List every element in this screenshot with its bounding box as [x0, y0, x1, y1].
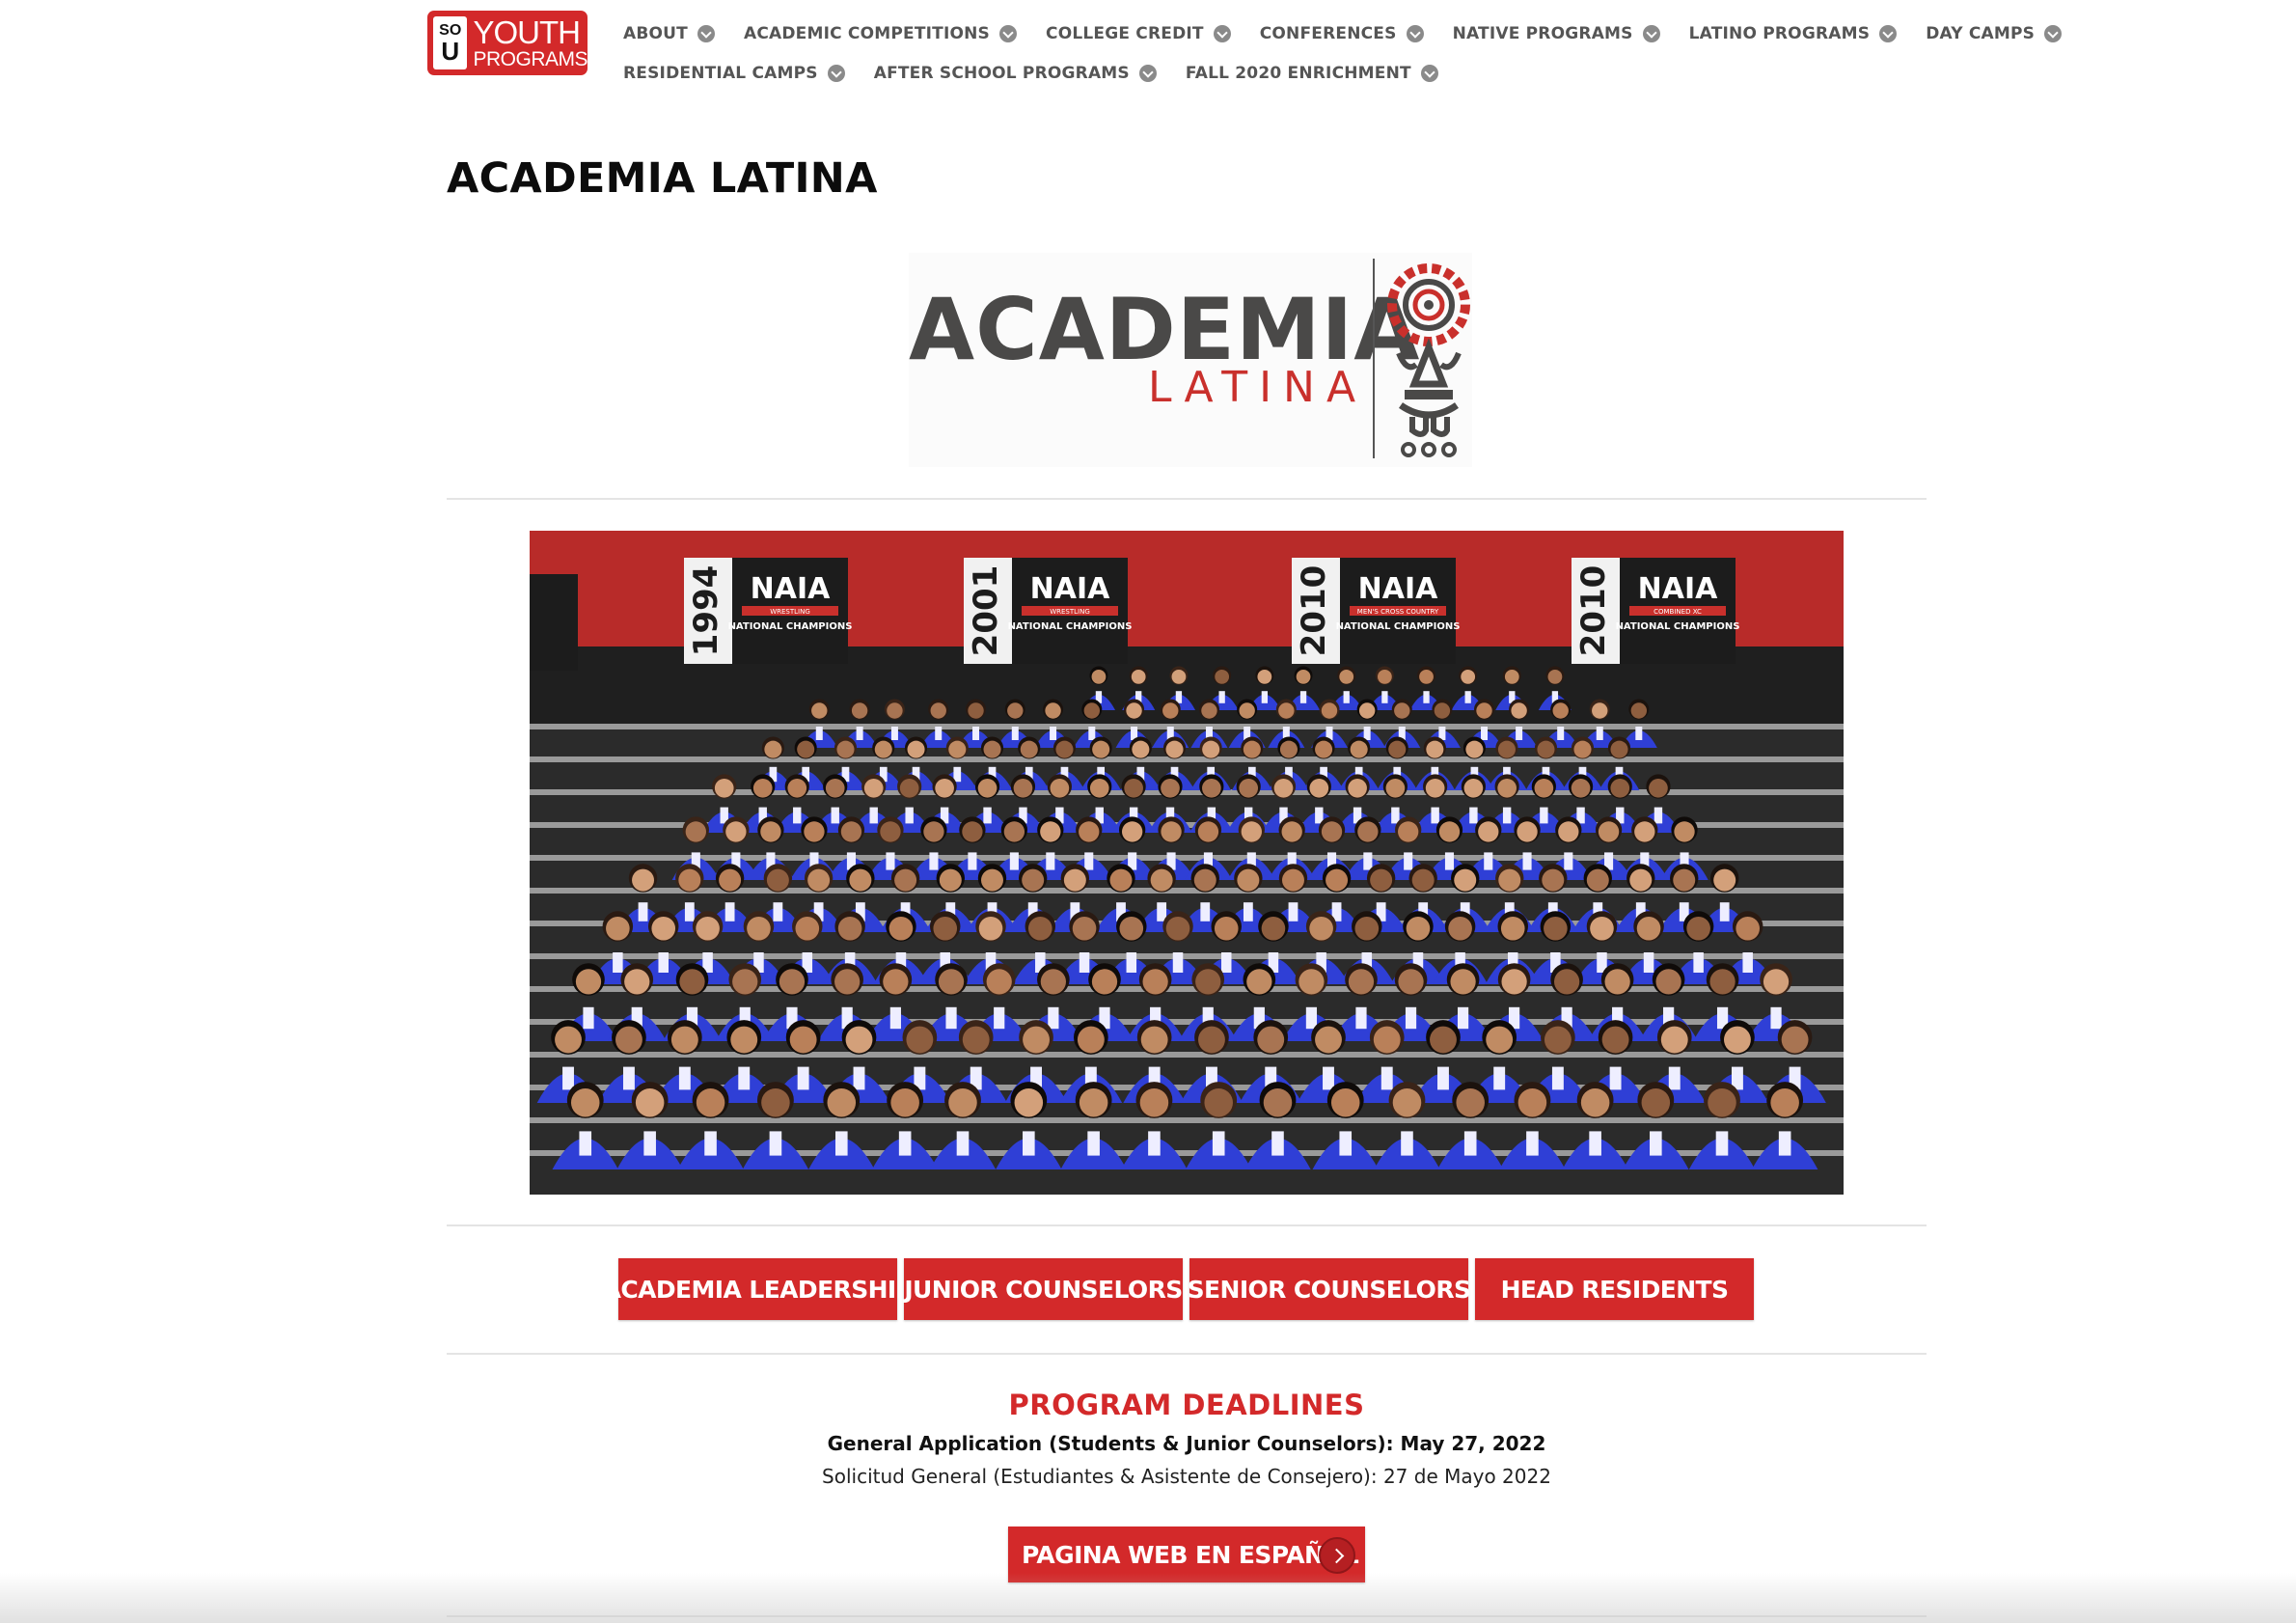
banner-sport: MEN'S CROSS COUNTRY: [1357, 608, 1439, 616]
chevron-down-icon: [1213, 24, 1231, 42]
main-nav: ABOUT ACADEMIC COMPETITIONS COLLEGE CRED…: [623, 14, 2063, 93]
championship-banner: 2010 NAIA COMBINED XC NATIONAL CHAMPIONS: [1572, 558, 1739, 664]
group-photo-illustration: 1994 NAIAWRESTLINGNATIONAL CHAMPIONS 2001 N…: [530, 531, 1844, 1195]
banner-title: NAIA: [1030, 572, 1110, 606]
banner-caption: NATIONAL CHAMPIONS: [728, 621, 853, 632]
chevron-down-icon: [697, 24, 715, 42]
banner-sport: WRESTLING: [1050, 608, 1090, 616]
nav-label: RESIDENTIAL CAMPS: [623, 63, 818, 83]
logo-word-latina: LATINA: [1148, 363, 1368, 412]
chevron-down-icon: [1406, 24, 1424, 42]
banner-caption: NATIONAL CHAMPIONS: [1008, 621, 1133, 632]
banner-title: NAIA: [1638, 572, 1718, 606]
deadlines-heading: PROGRAM DEADLINES: [1008, 1389, 1365, 1421]
divider: [447, 1224, 1927, 1226]
chevron-down-icon: [1138, 64, 1157, 82]
sou-mark-icon: SO U: [433, 16, 468, 69]
logo-line-2: PROGRAMS: [473, 48, 588, 70]
nav-label: CONFERENCES: [1259, 23, 1397, 43]
arrow-right-icon: [1319, 1537, 1355, 1574]
chevron-down-icon: [999, 24, 1018, 42]
nav-label: ACADEMIC COMPETITIONS: [743, 23, 991, 43]
chevron-down-icon: [1420, 64, 1438, 82]
youth-programs-logo[interactable]: SO U YOUTH PROGRAMS: [427, 11, 588, 75]
nav-row-2: RESIDENTIAL CAMPS AFTER SCHOOL PROGRAMS …: [623, 53, 1916, 93]
banner-caption: NATIONAL CHAMPIONS: [1616, 621, 1740, 632]
scroll-shadow: [0, 1573, 2296, 1623]
page-title: ACADEMIA LATINA: [447, 154, 878, 203]
logo-line-1: YOUTH: [473, 14, 580, 50]
banner-sport: WRESTLING: [770, 608, 810, 616]
logo-divider: [1373, 259, 1375, 458]
chevron-down-icon: [2044, 24, 2063, 42]
aztec-glyph-icon: [1387, 263, 1470, 457]
spanish-site-button-label: PAGINA WEB EN ESPAÑOL: [1022, 1540, 1359, 1569]
senior-counselors-button[interactable]: SENIOR COUNSELORS: [1188, 1258, 1471, 1320]
banner-caption: NATIONAL CHAMPIONS: [1336, 621, 1461, 632]
nav-item-native-programs[interactable]: NATIVE PROGRAMS: [1453, 24, 1660, 43]
banner-year: 2010: [1574, 565, 1613, 657]
group-photo: 1994 NAIA WRESTLING NATIONAL CHAMPIONS 2001 N…: [530, 531, 1844, 1195]
nav-row-1: ABOUT ACADEMIC COMPETITIONS COLLEGE CRED…: [623, 14, 2063, 53]
banner-year: 2010: [1295, 565, 1333, 657]
nav-label: LATINO PROGRAMS: [1688, 23, 1871, 43]
nav-item-college-credit[interactable]: COLLEGE CREDIT: [1046, 24, 1231, 43]
deadline-english: General Application (Students & Junior C…: [827, 1432, 1546, 1455]
academia-latina-logo: ACADEMIA LATINA: [909, 253, 1472, 467]
championship-banner: 2001 NAIA WRESTLING NATIONAL CHAMPIONS: [964, 558, 1132, 664]
site-header: SO U YOUTH PROGRAMS ABOUT ACADEMIC COMPE…: [0, 0, 2296, 96]
nav-label: ABOUT: [623, 23, 688, 43]
nav-label: AFTER SCHOOL PROGRAMS: [873, 63, 1130, 83]
nav-item-about[interactable]: ABOUT: [623, 24, 715, 43]
staff-buttons: ACADEMIA LEADERSHIP JUNIOR COUNSELORS SE…: [603, 1258, 1761, 1320]
nav-label: NATIVE PROGRAMS: [1452, 23, 1633, 43]
logo-word-academia: ACADEMIA: [909, 280, 1421, 379]
nav-item-after-school-programs[interactable]: AFTER SCHOOL PROGRAMS: [874, 64, 1157, 83]
banner-sport: COMBINED XC: [1654, 608, 1702, 616]
chevron-down-icon: [1879, 24, 1898, 42]
divider: [447, 1353, 1927, 1355]
chevron-down-icon: [1642, 24, 1660, 42]
nav-item-academic-competitions[interactable]: ACADEMIC COMPETITIONS: [743, 23, 1018, 43]
championship-banner: 1994 NAIA WRESTLING NATIONAL CHAMPIONS: [684, 558, 852, 664]
nav-item-fall-2020-enrichment[interactable]: FALL 2020 ENRICHMENT: [1186, 64, 1438, 83]
banner-title: NAIA: [751, 572, 831, 606]
academia-leadership-button[interactable]: ACADEMIA LEADERSHIP: [603, 1258, 914, 1320]
head-residents-button[interactable]: HEAD RESIDENTS: [1475, 1258, 1754, 1320]
banner-year: 2001: [967, 565, 1005, 657]
championship-banner: 2010 NAIA MEN'S CROSS COUNTRY NATIONAL CHAM…: [1292, 558, 1460, 664]
banner-year: 1994: [687, 565, 725, 657]
nav-item-residential-camps[interactable]: RESIDENTIAL CAMPS: [623, 64, 845, 83]
nav-item-latino-programs[interactable]: LATINO PROGRAMS: [1689, 24, 1898, 43]
junior-counselors-button[interactable]: JUNIOR COUNSELORS: [904, 1258, 1183, 1320]
deadline-spanish: Solicitud General (Estudiantes & Asisten…: [822, 1465, 1551, 1488]
nav-item-conferences[interactable]: CONFERENCES: [1260, 24, 1424, 43]
nav-label: FALL 2020 ENRICHMENT: [1185, 63, 1411, 83]
banner-title: NAIA: [1358, 572, 1438, 606]
logo-mark-bottom: U: [441, 36, 460, 66]
nav-label: COLLEGE CREDIT: [1046, 23, 1204, 43]
chevron-down-icon: [827, 64, 845, 82]
nav-label: DAY CAMPS: [1926, 23, 2036, 43]
divider: [447, 498, 1927, 500]
nav-item-day-camps[interactable]: DAY CAMPS: [1926, 23, 2063, 43]
